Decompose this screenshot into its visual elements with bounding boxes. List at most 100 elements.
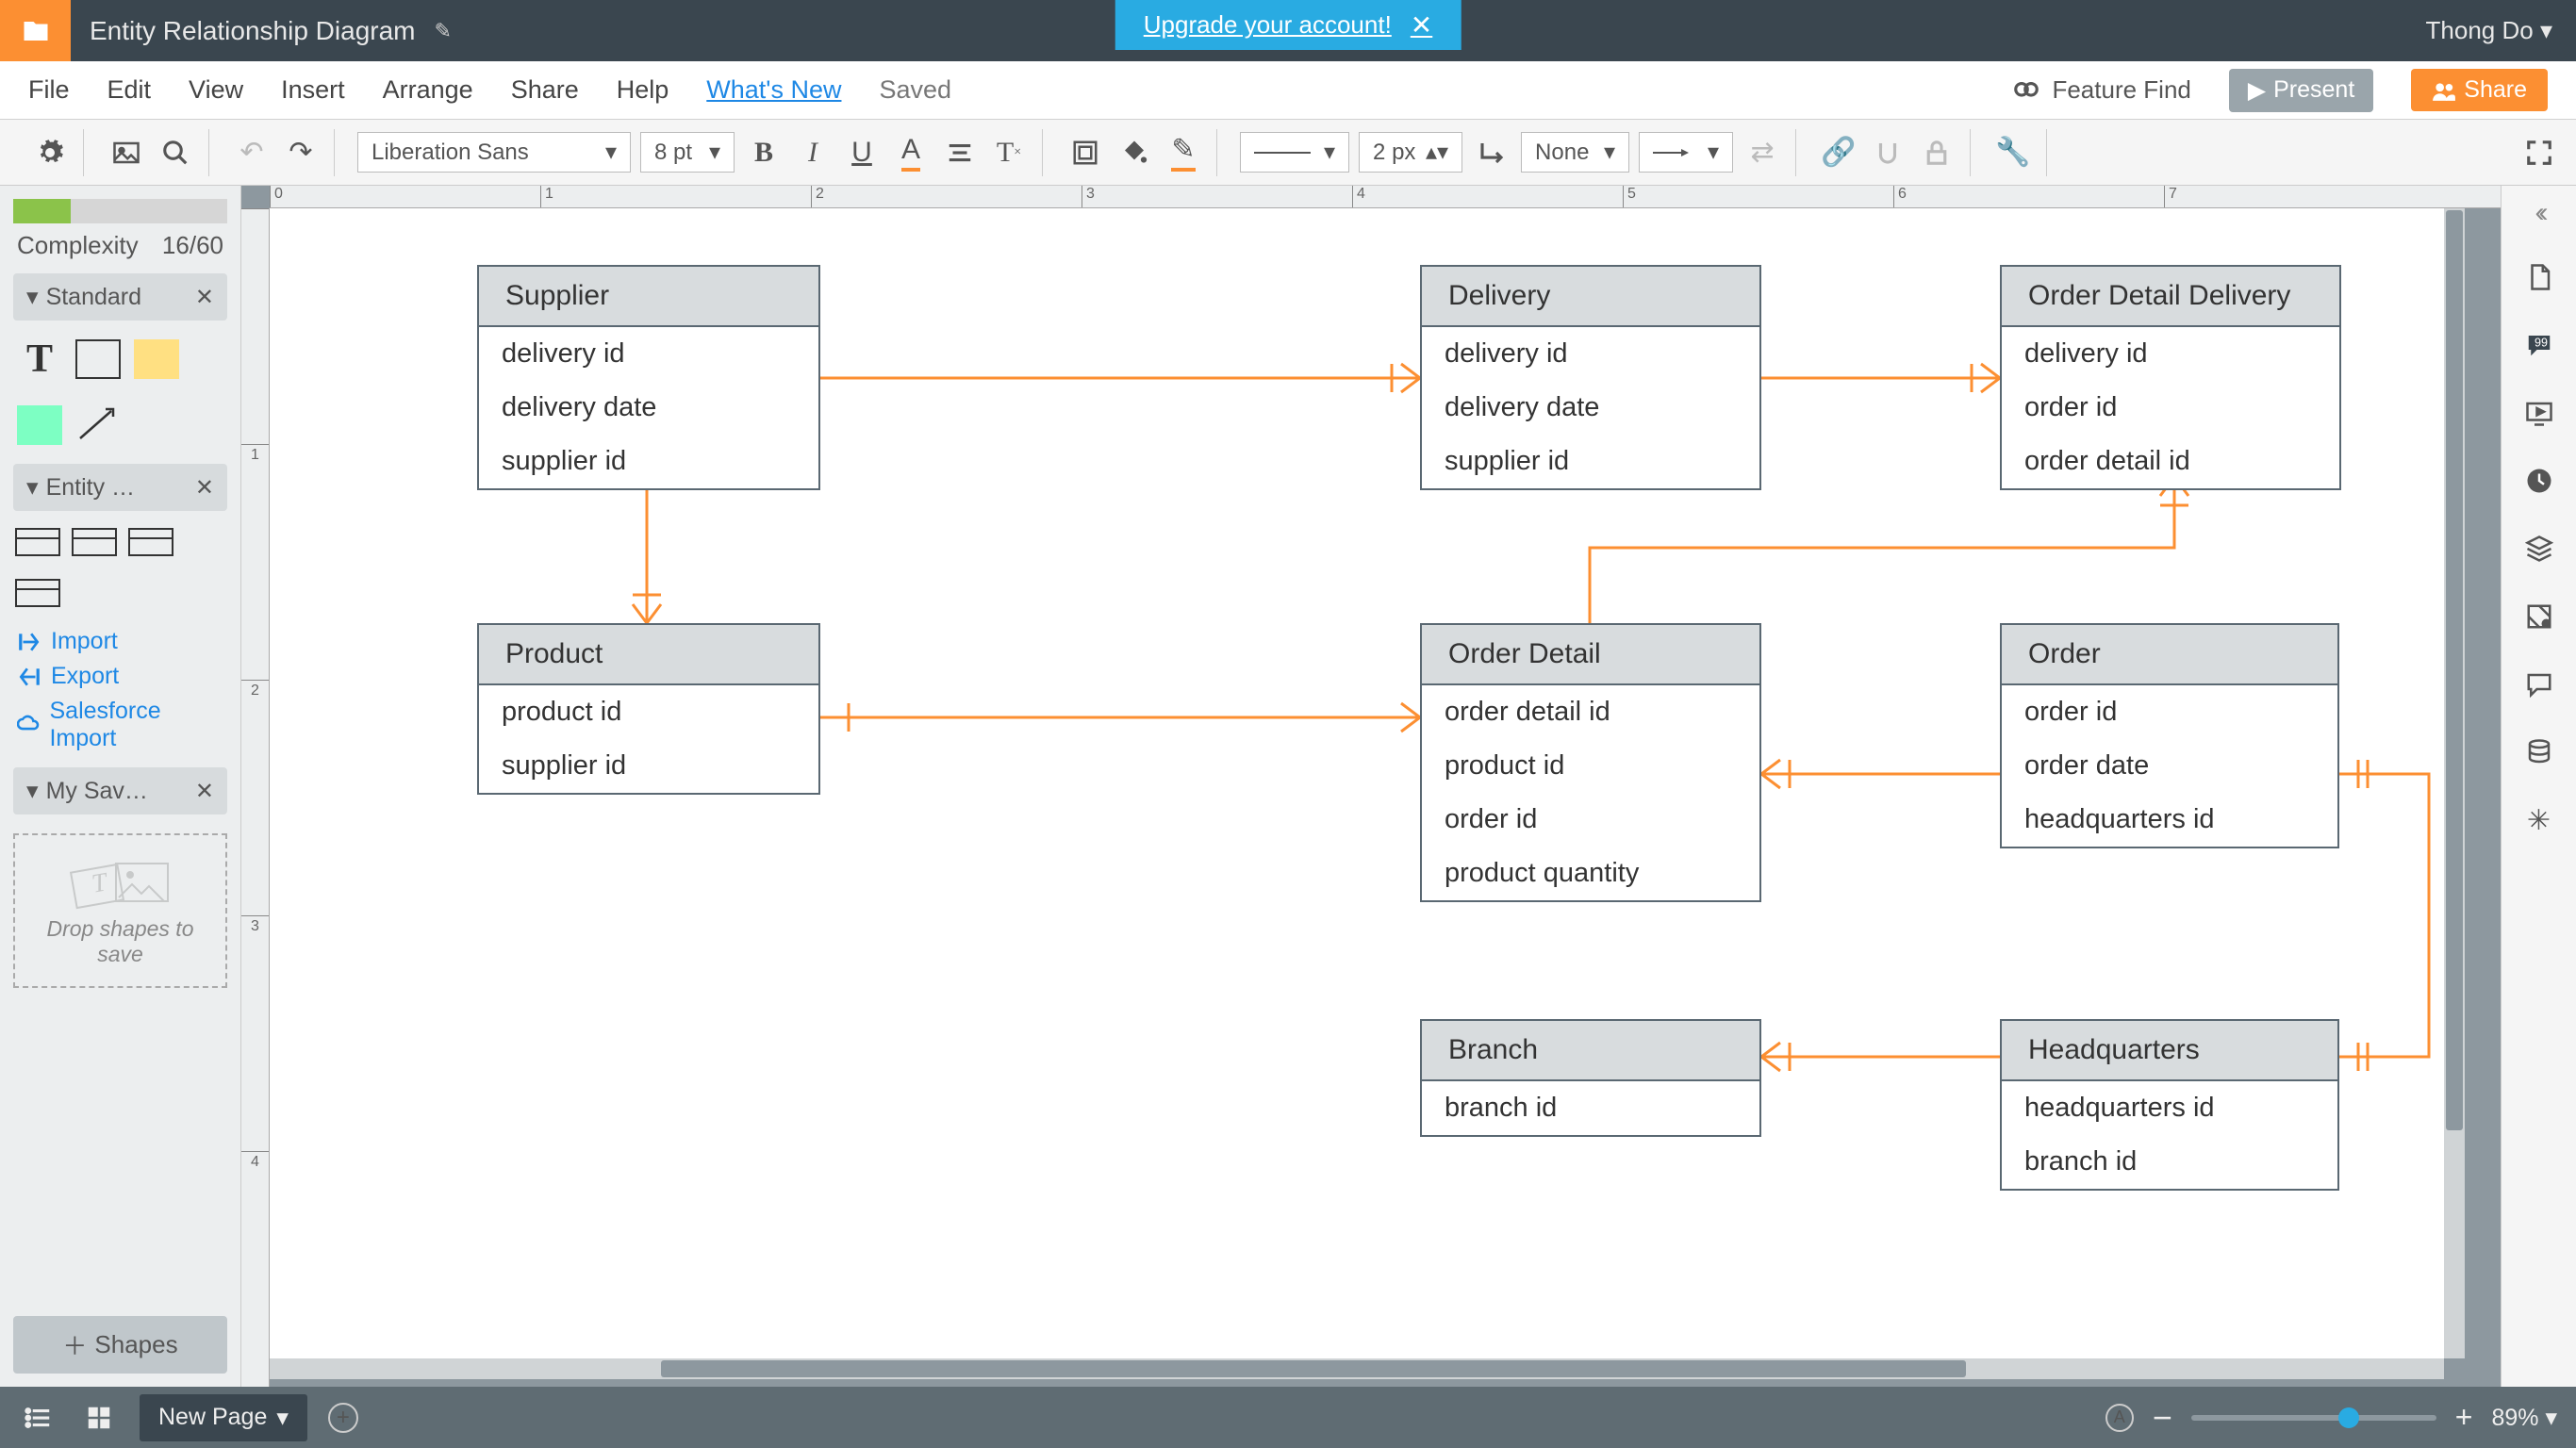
master-icon[interactable] bbox=[2519, 597, 2559, 636]
page-icon[interactable] bbox=[2519, 257, 2559, 297]
image-icon[interactable] bbox=[107, 133, 146, 173]
upgrade-banner[interactable]: Upgrade your account! ✕ bbox=[1115, 0, 1461, 50]
chat-icon[interactable] bbox=[2519, 665, 2559, 704]
add-page-icon[interactable]: + bbox=[328, 1403, 358, 1433]
vertical-scrollbar[interactable] bbox=[2444, 208, 2465, 1358]
library-saved-header[interactable]: ▾ My Sav…✕ bbox=[13, 767, 227, 814]
folder-icon[interactable] bbox=[0, 0, 71, 61]
close-icon[interactable]: ✕ bbox=[1411, 9, 1432, 41]
entity-attr: product id bbox=[1422, 739, 1759, 793]
undo-icon[interactable]: ↶ bbox=[232, 133, 272, 173]
hotspot-shape[interactable] bbox=[17, 405, 62, 445]
menu-insert[interactable]: Insert bbox=[281, 75, 345, 105]
menu-whats-new[interactable]: What's New bbox=[706, 75, 841, 105]
bold-icon[interactable]: B bbox=[744, 133, 784, 173]
present-button[interactable]: ▶ Present bbox=[2229, 69, 2373, 112]
target-icon[interactable]: A bbox=[2105, 1404, 2134, 1432]
present-panel-icon[interactable] bbox=[2519, 393, 2559, 433]
erd-shape-1[interactable] bbox=[15, 528, 60, 556]
fullscreen-icon[interactable] bbox=[2519, 133, 2559, 173]
close-icon[interactable]: ✕ bbox=[195, 474, 214, 502]
menu-view[interactable]: View bbox=[189, 75, 243, 105]
menu-file[interactable]: File bbox=[28, 75, 70, 105]
erd-shape-2[interactable] bbox=[72, 528, 117, 556]
erd-shape-4[interactable] bbox=[15, 579, 60, 607]
entity-product[interactable]: Product product id supplier id bbox=[477, 623, 820, 795]
import-button[interactable]: Import bbox=[17, 628, 223, 655]
rect-shape[interactable] bbox=[75, 339, 121, 379]
clear-format-icon[interactable]: T× bbox=[989, 133, 1029, 173]
link-icon[interactable]: 🔗 bbox=[1819, 133, 1858, 173]
horizontal-scrollbar[interactable] bbox=[270, 1358, 2444, 1379]
line-shape[interactable] bbox=[75, 405, 121, 445]
close-icon[interactable]: ✕ bbox=[195, 778, 214, 805]
magnet-icon[interactable] bbox=[1868, 133, 1907, 173]
line-end-select[interactable]: ▾ bbox=[1639, 132, 1733, 173]
entity-order-detail-delivery[interactable]: Order Detail Delivery delivery id order … bbox=[2000, 265, 2341, 490]
swap-icon[interactable]: ⇄ bbox=[1742, 133, 1782, 173]
italic-icon[interactable]: I bbox=[793, 133, 833, 173]
comment-icon[interactable]: 99 bbox=[2519, 325, 2559, 365]
document-title[interactable]: Entity Relationship Diagram bbox=[71, 16, 435, 46]
close-icon[interactable]: ✕ bbox=[195, 284, 214, 311]
entity-order-detail[interactable]: Order Detail order detail id product id … bbox=[1420, 623, 1761, 902]
shape-border-icon[interactable] bbox=[1065, 133, 1105, 173]
wrench-icon[interactable]: 🔧 bbox=[1993, 133, 2033, 173]
border-color-icon[interactable]: ✎ bbox=[1164, 133, 1203, 173]
salesforce-import-button[interactable]: Salesforce Import bbox=[17, 698, 223, 752]
align-icon[interactable] bbox=[940, 133, 980, 173]
share-button[interactable]: Share bbox=[2411, 69, 2548, 111]
line-width-select[interactable]: 2 px▴▾ bbox=[1359, 132, 1462, 173]
library-standard-header[interactable]: ▾ Standard✕ bbox=[13, 273, 227, 321]
sparkle-icon[interactable]: ✳ bbox=[2519, 800, 2559, 840]
layers-icon[interactable] bbox=[2519, 529, 2559, 568]
line-start-select[interactable]: None▾ bbox=[1521, 132, 1629, 173]
rename-icon[interactable]: ✎ bbox=[435, 19, 452, 43]
export-button[interactable]: Export bbox=[17, 663, 223, 690]
menu-help[interactable]: Help bbox=[617, 75, 669, 105]
data-icon[interactable] bbox=[2519, 732, 2559, 772]
vertical-ruler: 1234 bbox=[241, 208, 270, 1387]
font-family-select[interactable]: Liberation Sans▾ bbox=[357, 132, 631, 173]
entity-delivery[interactable]: Delivery delivery id delivery date suppl… bbox=[1420, 265, 1761, 490]
user-menu[interactable]: Thong Do ▾ bbox=[2403, 16, 2576, 45]
fill-icon[interactable] bbox=[1115, 133, 1154, 173]
entity-attr: delivery id bbox=[1422, 327, 1759, 381]
entity-headquarters[interactable]: Headquarters headquarters id branch id bbox=[2000, 1019, 2339, 1191]
lock-icon[interactable] bbox=[1917, 133, 1957, 173]
library-entity-header[interactable]: ▾ Entity …✕ bbox=[13, 464, 227, 511]
shapes-button[interactable]: ＋ Shapes bbox=[13, 1316, 227, 1374]
entity-order[interactable]: Order order id order date headquarters i… bbox=[2000, 623, 2339, 848]
text-shape[interactable]: T bbox=[17, 339, 62, 379]
outline-icon[interactable] bbox=[19, 1398, 58, 1438]
entity-branch[interactable]: Branch branch id bbox=[1420, 1019, 1761, 1137]
text-color-icon[interactable]: A bbox=[891, 133, 931, 173]
zoom-slider[interactable] bbox=[2191, 1415, 2436, 1421]
menu-edit[interactable]: Edit bbox=[107, 75, 152, 105]
gear-icon[interactable] bbox=[30, 133, 70, 173]
erd-shape-3[interactable] bbox=[128, 528, 173, 556]
zoom-out-icon[interactable]: − bbox=[2153, 1398, 2172, 1438]
search-icon[interactable] bbox=[156, 133, 195, 173]
entity-supplier[interactable]: Supplier delivery id delivery date suppl… bbox=[477, 265, 820, 490]
collapse-icon[interactable]: ‹‹ bbox=[2535, 197, 2543, 229]
horizontal-ruler: 01234567 bbox=[270, 186, 2501, 208]
zoom-in-icon[interactable]: + bbox=[2455, 1400, 2473, 1435]
entity-title: Product bbox=[479, 625, 818, 685]
line-pattern-select[interactable]: ▾ bbox=[1240, 132, 1349, 173]
canvas[interactable]: Supplier delivery id delivery date suppl… bbox=[270, 208, 2444, 1358]
menu-arrange[interactable]: Arrange bbox=[383, 75, 473, 105]
saved-shapes-dropzone[interactable]: T Drop shapes to save bbox=[13, 833, 227, 988]
page-tab[interactable]: New Page ▾ bbox=[140, 1394, 307, 1441]
upgrade-link[interactable]: Upgrade your account! bbox=[1144, 10, 1392, 40]
redo-icon[interactable]: ↷ bbox=[281, 133, 321, 173]
grid-icon[interactable] bbox=[79, 1398, 119, 1438]
feature-find-button[interactable]: Feature Find bbox=[2012, 75, 2190, 105]
underline-icon[interactable]: U bbox=[842, 133, 882, 173]
menu-share[interactable]: Share bbox=[511, 75, 579, 105]
line-route-icon[interactable] bbox=[1472, 133, 1511, 173]
font-size-select[interactable]: 8 pt▾ bbox=[640, 132, 735, 173]
note-shape[interactable] bbox=[134, 339, 179, 379]
history-icon[interactable] bbox=[2519, 461, 2559, 501]
zoom-level[interactable]: 89% ▾ bbox=[2491, 1404, 2557, 1432]
